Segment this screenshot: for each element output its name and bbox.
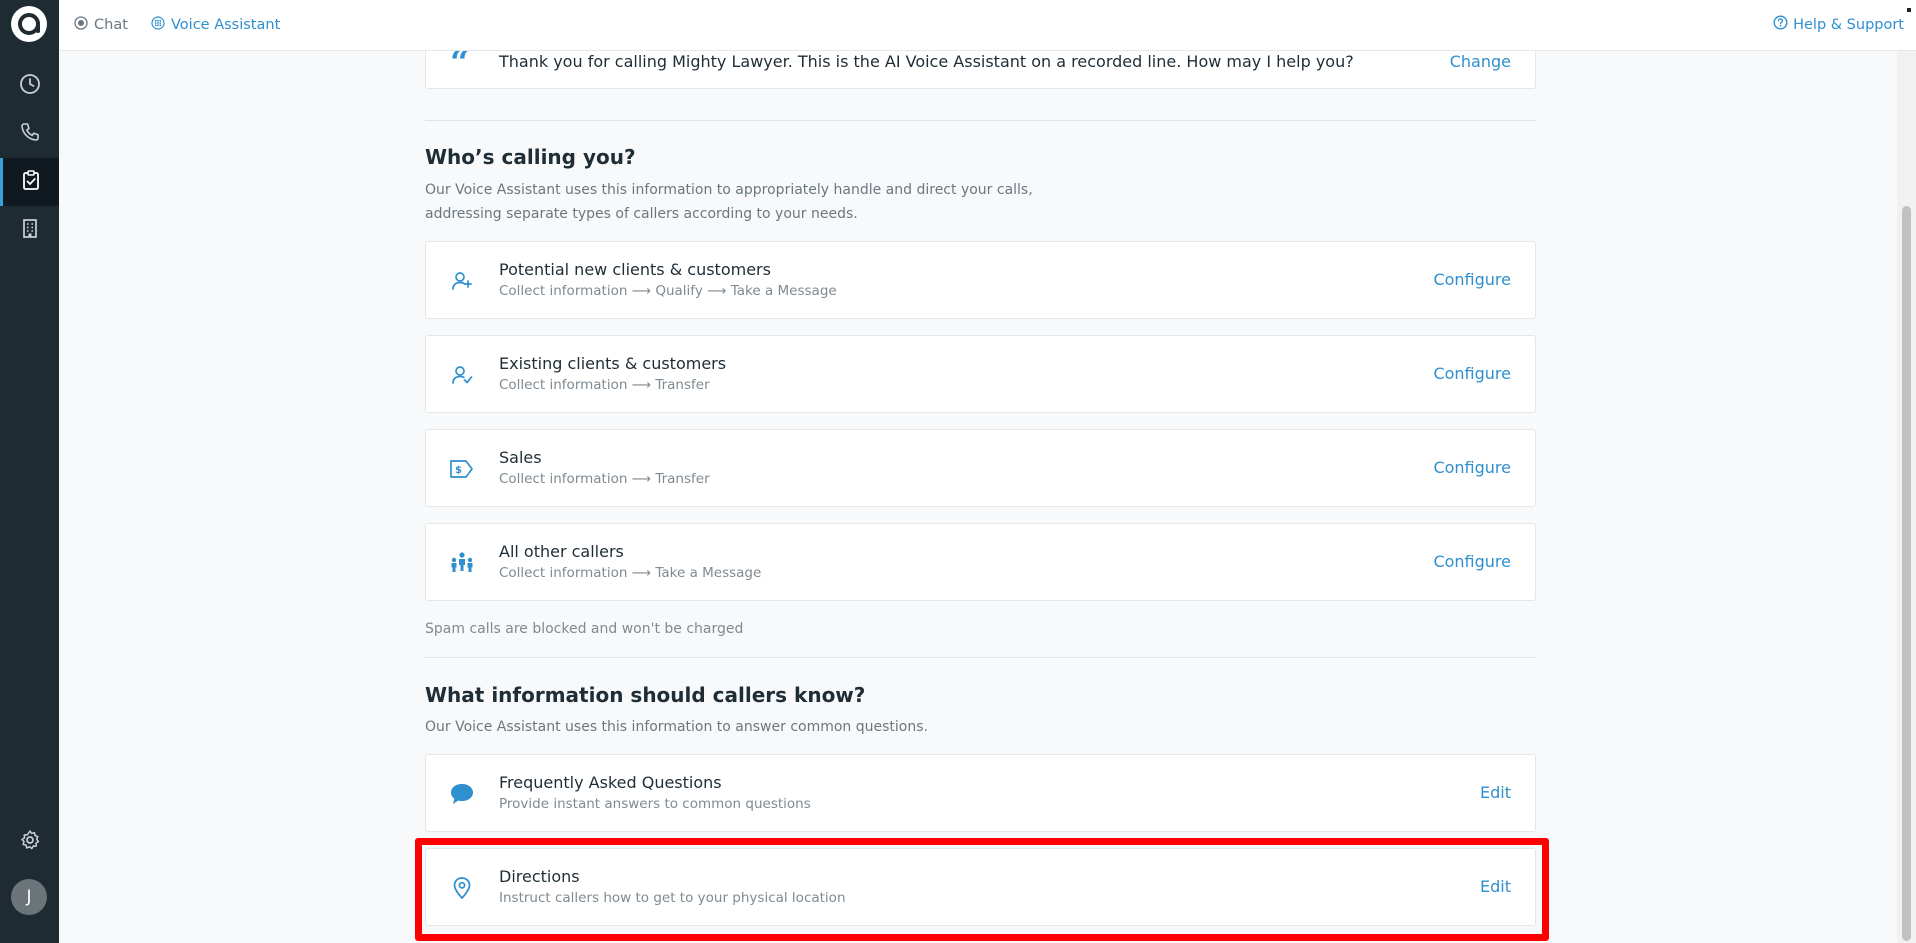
people-group-icon [448, 550, 476, 576]
configure-button[interactable]: Configure [1433, 458, 1511, 477]
callers-description: Our Voice Assistant uses this informatio… [425, 178, 1065, 226]
caller-title: Existing clients & customers [499, 354, 727, 373]
chat-bubble-icon [448, 781, 476, 807]
section-divider [425, 657, 1536, 658]
highlight-box [415, 838, 1549, 941]
section-divider [425, 120, 1536, 121]
gear-icon [19, 829, 41, 855]
caller-card-new-clients: Potential new clients & customers Collec… [425, 241, 1536, 319]
nav-history[interactable] [0, 62, 59, 110]
configure-button[interactable]: Configure [1433, 364, 1511, 383]
top-bar: Chat Voice Assistant Help & Support [59, 0, 1916, 51]
info-card-faq: Frequently Asked Questions Provide insta… [425, 754, 1536, 832]
tab-voice-assistant[interactable]: Voice Assistant [151, 15, 280, 35]
window-dot [1907, 8, 1911, 12]
app-logo[interactable] [11, 6, 47, 42]
caller-card-existing-clients: Existing clients & customers Collect inf… [425, 335, 1536, 413]
avatar[interactable]: J [11, 879, 47, 915]
info-description: Our Voice Assistant uses this informatio… [425, 719, 928, 735]
greeting-card: “ Thank you for calling Mighty Lawyer. T… [425, 51, 1536, 89]
callers-description-line-2: addressing separate types of callers acc… [425, 206, 858, 222]
caller-subtitle: Collect information ⟶ Transfer [499, 471, 710, 487]
phone-icon [19, 121, 41, 147]
configure-button[interactable]: Configure [1433, 552, 1511, 571]
scrollbar-thumb[interactable] [1902, 206, 1911, 941]
tab-voice-assistant-label: Voice Assistant [171, 17, 281, 33]
main-content: “ Thank you for calling Mighty Lawyer. T… [59, 51, 1897, 943]
building-icon [19, 217, 41, 243]
caller-title: Potential new clients & customers [499, 260, 771, 279]
callers-heading: Who’s calling you? [425, 145, 636, 169]
caller-title: Sales [499, 448, 542, 467]
tab-chat-label: Chat [94, 17, 128, 33]
caller-subtitle: Collect information ⟶ Take a Message [499, 565, 762, 581]
radio-dot-icon [74, 16, 88, 34]
caller-title: All other callers [499, 542, 624, 561]
help-support-label: Help & Support [1793, 16, 1904, 33]
sidebar: J [0, 0, 59, 943]
edit-button[interactable]: Edit [1480, 783, 1511, 802]
callers-description-line-1: Our Voice Assistant uses this informatio… [425, 182, 1033, 198]
history-clock-icon [19, 73, 41, 99]
quote-icon: “ [450, 51, 470, 83]
change-greeting-button[interactable]: Change [1450, 52, 1511, 71]
info-title: Frequently Asked Questions [499, 773, 722, 792]
grid-dots-icon [151, 16, 165, 34]
caller-subtitle: Collect information ⟶ Transfer [499, 377, 710, 393]
tab-chat[interactable]: Chat [74, 15, 128, 35]
nav-tasks[interactable] [0, 158, 59, 206]
caller-card-other: All other callers Collect information ⟶ … [425, 523, 1536, 601]
price-tag-icon: $ [448, 456, 476, 482]
settings-button[interactable] [0, 818, 59, 866]
info-subtitle: Provide instant answers to common questi… [499, 796, 811, 812]
user-plus-icon [448, 268, 476, 294]
nav-business[interactable] [0, 206, 59, 254]
info-heading: What information should callers know? [425, 683, 866, 707]
clipboard-check-icon [20, 169, 42, 195]
user-check-icon [448, 362, 476, 388]
svg-text:$: $ [455, 465, 462, 476]
question-circle-icon [1773, 15, 1788, 34]
greeting-text: Thank you for calling Mighty Lawyer. Thi… [499, 52, 1354, 71]
caller-subtitle: Collect information ⟶ Qualify ⟶ Take a M… [499, 283, 837, 299]
caller-card-sales: $ Sales Collect information ⟶ Transfer C… [425, 429, 1536, 507]
nav-calls[interactable] [0, 110, 59, 158]
scrollbar[interactable] [1897, 51, 1916, 943]
help-support-link[interactable]: Help & Support [1773, 15, 1904, 34]
spam-note: Spam calls are blocked and won't be char… [425, 621, 744, 637]
configure-button[interactable]: Configure [1433, 270, 1511, 289]
